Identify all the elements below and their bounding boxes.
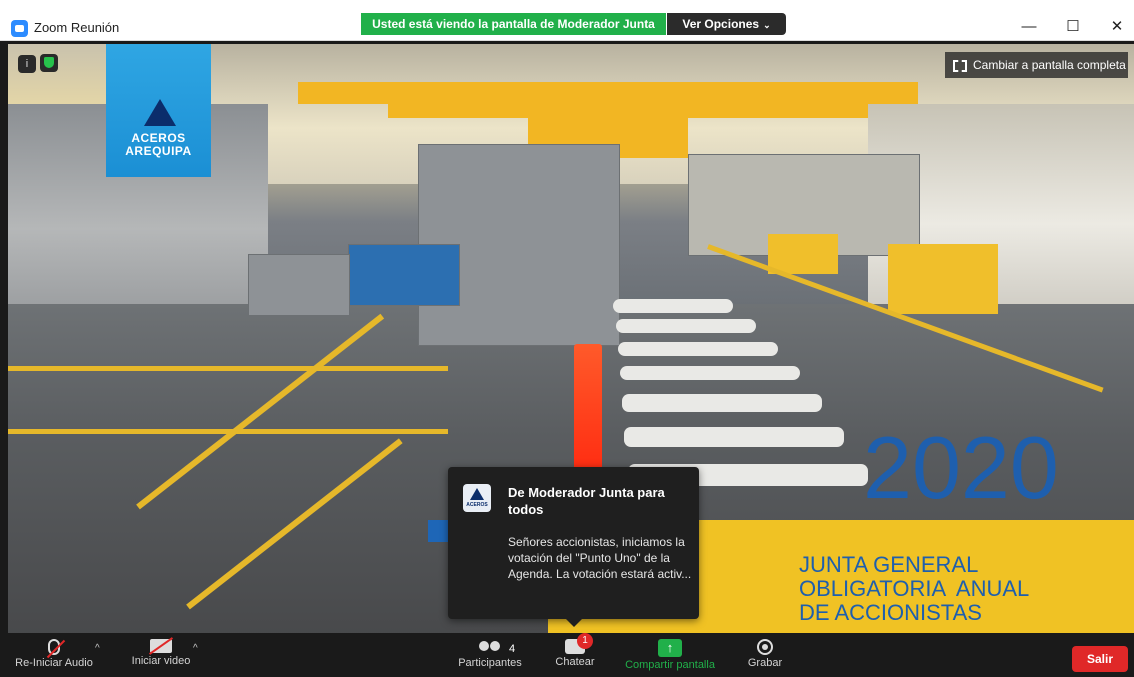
view-options-button[interactable]: Ver Opciones ⌄	[667, 13, 786, 35]
mic-muted-icon	[48, 639, 60, 655]
crane-beam	[298, 82, 918, 104]
chevron-down-icon: ⌄	[763, 20, 771, 30]
roller-table	[622, 394, 822, 412]
avatar-label: ACEROS	[466, 502, 488, 508]
video-button[interactable]: Iniciar video	[118, 633, 204, 677]
fullscreen-button[interactable]: Cambiar a pantalla completa	[945, 52, 1128, 78]
roller-table	[624, 427, 844, 447]
fullscreen-icon	[953, 59, 967, 72]
leave-button[interactable]: Salir	[1072, 646, 1128, 672]
gearbox	[248, 254, 350, 316]
logo-text-line2: AREQUIPA	[125, 144, 192, 158]
crane-beam	[388, 104, 908, 118]
roller-table	[620, 366, 800, 380]
yellow-equipment	[888, 244, 998, 314]
event-title-line3: DE ACCIONISTAS	[799, 600, 982, 625]
chat-button[interactable]: 1 Chatear	[545, 633, 605, 677]
participants-button[interactable]: 4 Participantes	[452, 633, 528, 677]
chat-icon: 1	[565, 633, 593, 654]
shield-icon[interactable]	[40, 54, 58, 72]
chat-badge: 1	[577, 633, 593, 649]
meeting-status-icons: i	[18, 54, 58, 73]
chat-label: Chatear	[555, 656, 595, 668]
close-button[interactable]: ✕	[1104, 17, 1130, 37]
roller-table	[618, 342, 778, 356]
fullscreen-label: Cambiar a pantalla completa	[973, 58, 1126, 72]
audio-options-caret[interactable]: ^	[95, 643, 100, 654]
audio-label: Re-Iniciar Audio	[15, 657, 93, 669]
share-label: Compartir pantalla	[625, 659, 715, 671]
app-zoom-icon	[11, 20, 28, 37]
record-button[interactable]: Grabar	[740, 633, 790, 677]
yellow-equipment	[768, 234, 838, 274]
event-title: JUNTA GENERAL OBLIGATORIA ANUAL DE ACCIO…	[799, 553, 1029, 625]
record-label: Grabar	[747, 657, 783, 669]
view-options-label: Ver Opciones	[682, 17, 760, 31]
share-banner: Usted está viendo la pantalla de Moderad…	[361, 13, 666, 35]
roller-table	[613, 299, 733, 313]
event-title-line2: OBLIGATORIA ANUAL	[799, 576, 1030, 601]
video-label: Iniciar video	[131, 655, 191, 667]
window-titlebar: Zoom Reunión Usted está viendo la pantal…	[0, 0, 1134, 41]
info-icon[interactable]: i	[18, 55, 36, 73]
share-screen-button[interactable]: ↑ Compartir pantalla	[615, 633, 725, 677]
sender-avatar: ACEROS	[463, 484, 491, 512]
audio-button[interactable]: Re-Iniciar Audio	[6, 633, 102, 677]
window-title: Zoom Reunión	[34, 20, 120, 35]
chat-message: Señores accionistas, iniciamos la votaci…	[508, 535, 692, 581]
railing	[8, 366, 448, 371]
maximize-button[interactable]: ☐	[1060, 17, 1086, 37]
share-screen-icon: ↑	[658, 639, 682, 657]
banner-year: 2020	[863, 418, 1059, 517]
minimize-button[interactable]: —	[1016, 17, 1042, 37]
chat-sender: De Moderador Junta para todos	[508, 485, 665, 517]
event-title-line1: JUNTA GENERAL	[799, 552, 979, 577]
video-off-icon	[150, 639, 172, 653]
participants-icon: 4	[477, 639, 515, 655]
chat-notification[interactable]: ACEROS De Moderador Junta para todos Señ…	[448, 467, 699, 627]
logo-mark-icon	[144, 99, 176, 126]
logo-text: ACEROS AREQUIPA	[106, 132, 211, 158]
participants-count: 4	[509, 643, 516, 655]
record-icon	[757, 639, 773, 655]
motor-unit	[348, 244, 460, 306]
hot-steel-bar	[574, 344, 602, 479]
video-options-caret[interactable]: ^	[193, 643, 198, 654]
aceros-arequipa-logo: ACEROS AREQUIPA	[106, 44, 211, 177]
participants-label: Participantes	[458, 657, 522, 669]
meeting-toolbar: Re-Iniciar Audio ^ Iniciar video ^ 4 Par…	[0, 633, 1134, 677]
roller-table	[616, 319, 756, 333]
